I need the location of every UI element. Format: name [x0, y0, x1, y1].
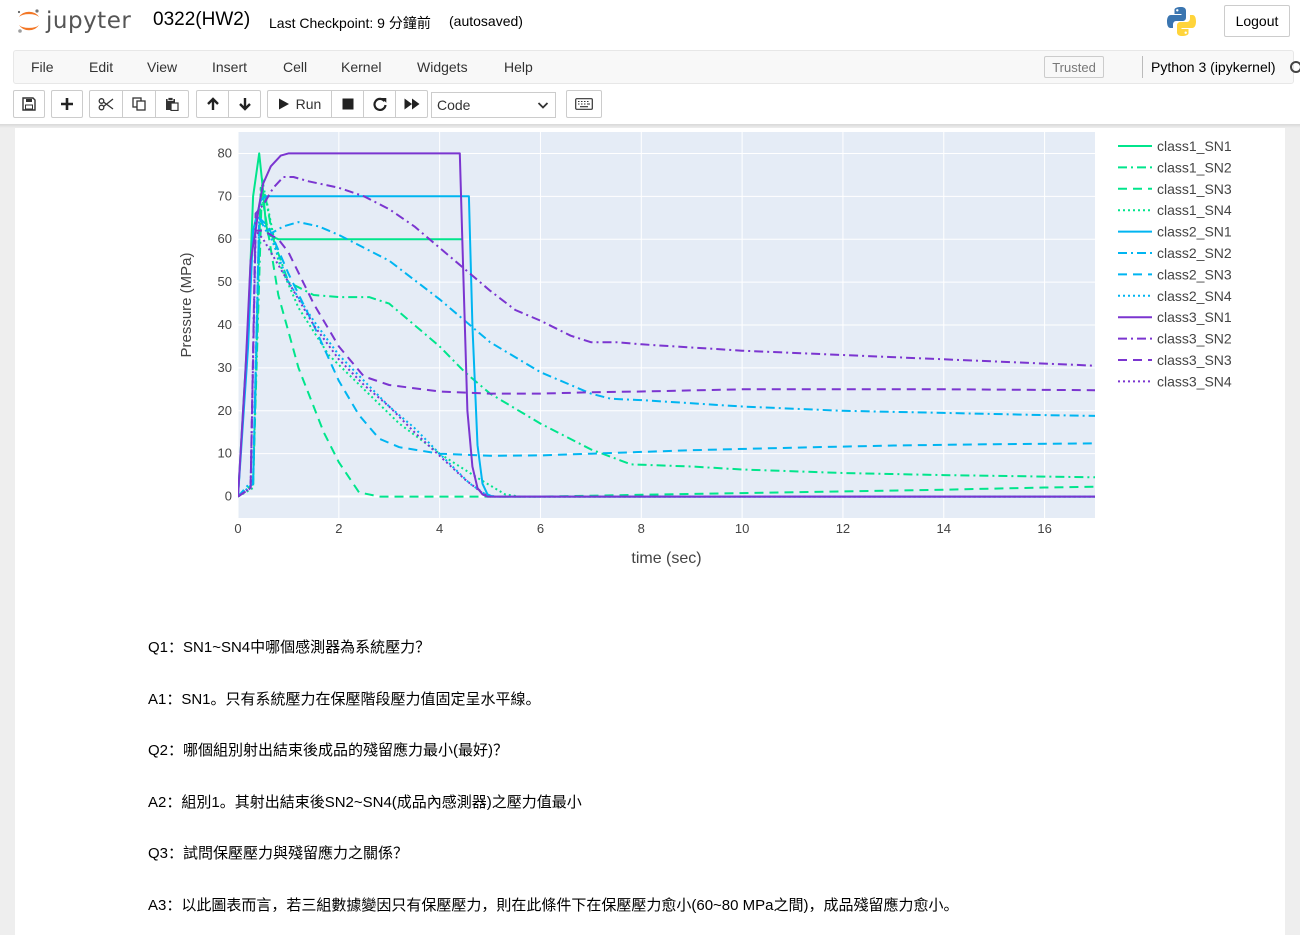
notebook-page: 0 2 4 6 8 10 12 14 16 0 10 20 30 40 50 60 70 80 time (sec)…	[15, 124, 1285, 935]
save-icon	[22, 97, 36, 111]
markdown-q3: Q3：試問保壓壓力與殘留應力之關係？	[148, 845, 409, 862]
fast-forward-icon	[404, 98, 419, 110]
pressure-chart: 0 2 4 6 8 10 12 14 16 0 10 20 30 40 50 60 70 80 time (sec)…	[178, 132, 1232, 567]
x-tick-label: 10	[735, 521, 749, 536]
plus-icon	[61, 98, 73, 110]
x-tick-label: 12	[836, 521, 850, 536]
toolbar: Run Code	[0, 90, 1300, 124]
kernel-name[interactable]: Python 3 (ipykernel)	[1151, 59, 1276, 75]
move-down-button[interactable]	[228, 90, 261, 118]
cut-button[interactable]	[89, 90, 123, 118]
x-tick-label: 2	[335, 521, 342, 536]
keyboard-icon	[575, 98, 593, 110]
y-tick-label: 80	[218, 145, 232, 160]
arrow-down-icon	[238, 98, 251, 111]
x-axis-label: time (sec)	[631, 550, 701, 567]
move-up-button[interactable]	[196, 90, 229, 118]
legend-label: class2_SN2	[1157, 245, 1232, 261]
menu-insert[interactable]: Insert	[212, 59, 247, 75]
x-tick-label: 0	[234, 521, 241, 536]
y-tick-label: 10	[218, 446, 232, 461]
legend-label: class2_SN1	[1157, 224, 1232, 240]
y-tick-label: 30	[218, 360, 232, 375]
legend-label: class3_SN3	[1157, 352, 1232, 368]
toolbar-shadow	[0, 124, 1300, 128]
python-logo-icon	[1167, 7, 1196, 36]
copy-icon	[132, 97, 146, 111]
jupyter-logo-icon	[17, 9, 39, 33]
save-button[interactable]	[13, 90, 45, 118]
menu-kernel[interactable]: Kernel	[341, 59, 381, 75]
x-tick-label: 14	[937, 521, 951, 536]
menu-widgets[interactable]: Widgets	[417, 59, 468, 75]
stop-icon	[342, 98, 353, 110]
cell-type-select[interactable]: Code	[431, 92, 556, 118]
run-button[interactable]: Run	[267, 90, 332, 118]
y-tick-label: 60	[218, 231, 232, 246]
menu-edit[interactable]: Edit	[89, 59, 113, 75]
x-tick-label: 16	[1037, 521, 1051, 536]
logo-text: jupyter	[46, 8, 132, 34]
notebook-name[interactable]: 0322(HW2)	[153, 9, 250, 31]
menubar-container: File Edit View Insert Cell Kernel Widget…	[0, 49, 1300, 90]
markdown-a1: A1：SN1。只有系統壓力在保壓階段壓力值固定呈水平線。	[148, 691, 541, 708]
legend-label: class3_SN1	[1157, 309, 1232, 325]
x-tick-label: 8	[638, 521, 645, 536]
y-axis-label: Pressure (MPa)	[178, 252, 195, 357]
y-tick-label: 20	[218, 403, 232, 418]
copy-button[interactable]	[122, 90, 156, 118]
restart-run-all-button[interactable]	[395, 90, 428, 118]
y-tick-label: 70	[218, 188, 232, 203]
trusted-indicator[interactable]: Trusted	[1044, 56, 1104, 78]
jupyter-logo[interactable]: jupyter	[16, 6, 131, 36]
legend-label: class3_SN2	[1157, 331, 1232, 347]
run-label: Run	[295, 96, 322, 112]
markdown-a3: A3：以此圖表而言，若三組數據變因只有保壓壓力，則在此條件下在保壓壓力愈小(60…	[148, 897, 959, 914]
autosave-status: (autosaved)	[449, 13, 523, 29]
legend-label: class3_SN4	[1157, 373, 1232, 389]
command-palette-button[interactable]	[566, 90, 602, 118]
menu-cell[interactable]: Cell	[283, 59, 307, 75]
cell-type-value: Code	[437, 97, 471, 113]
cut-icon	[98, 98, 114, 111]
legend-label: class1_SN1	[1157, 138, 1232, 154]
markdown-a2: A2：組別1。其射出結束後SN2~SN4(成品內感測器)之壓力值最小	[148, 794, 582, 811]
y-tick-label: 0	[225, 489, 232, 504]
y-tick-label: 40	[218, 317, 232, 332]
insert-cell-button[interactable]	[51, 90, 83, 118]
checkpoint-status: Last Checkpoint: 9 分鐘前	[269, 15, 431, 31]
restart-button[interactable]	[363, 90, 396, 118]
legend-label: class1_SN4	[1157, 202, 1232, 218]
notebook-area: 0 2 4 6 8 10 12 14 16 0 10 20 30 40 50 60 70 80 time (sec)…	[0, 124, 1300, 935]
logout-button[interactable]: Logout	[1224, 5, 1290, 37]
menu-file[interactable]: File	[31, 59, 54, 75]
arrow-up-icon	[206, 97, 219, 110]
x-tick-label: 6	[537, 521, 544, 536]
kernel-separator	[1142, 56, 1143, 78]
legend-label: class2_SN4	[1157, 288, 1232, 304]
y-tick-label: 50	[218, 274, 232, 289]
markdown-q2: Q2：哪個組別射出結束後成品的殘留應力最小(最好)？	[148, 742, 509, 759]
run-icon	[278, 98, 289, 110]
interrupt-button[interactable]	[331, 90, 364, 118]
menu-view[interactable]: View	[147, 59, 177, 75]
legend-label: class1_SN2	[1157, 159, 1232, 175]
menubar: File Edit View Insert Cell Kernel Widget…	[13, 50, 1300, 84]
legend-label: class1_SN3	[1157, 181, 1232, 197]
x-tick-label: 4	[436, 521, 443, 536]
header: jupyter 0322(HW2) Last Checkpoint: 9 分鐘前…	[0, 0, 1300, 50]
chevron-down-icon	[537, 102, 549, 109]
markdown-q1: Q1：SN1~SN4中哪個感測器為系統壓力？	[148, 639, 431, 656]
restart-icon	[372, 97, 387, 111]
legend-label: class2_SN3	[1157, 266, 1232, 282]
paste-icon	[166, 97, 179, 111]
paste-button[interactable]	[155, 90, 189, 118]
menu-help[interactable]: Help	[504, 59, 533, 75]
kernel-idle-icon	[1290, 61, 1300, 73]
